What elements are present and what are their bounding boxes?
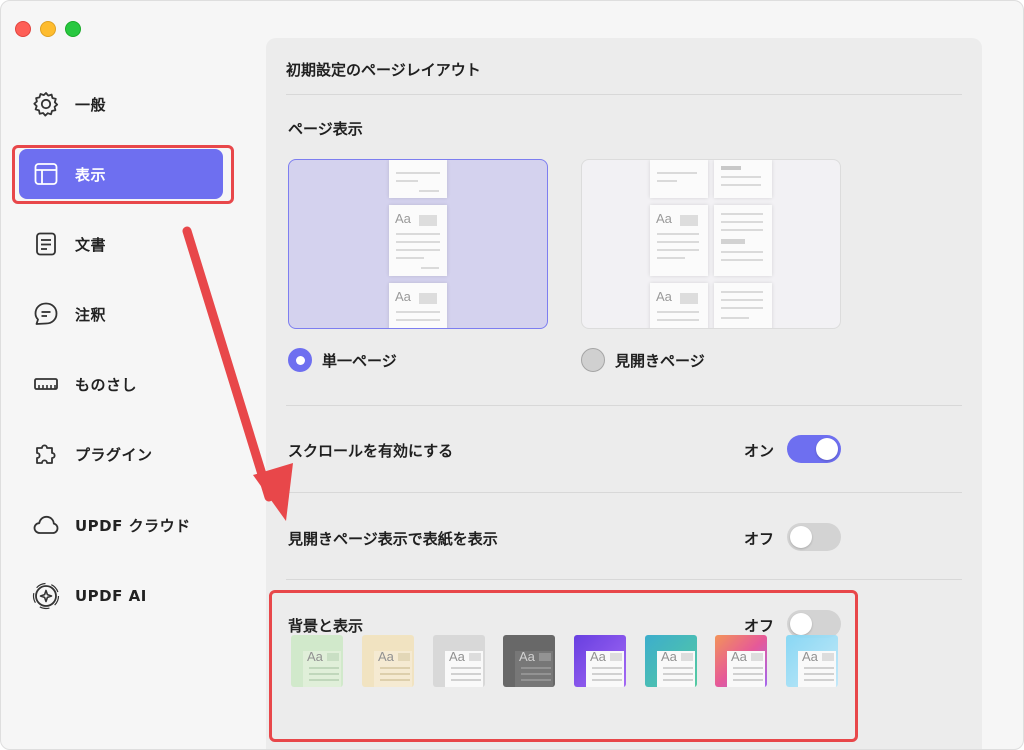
two-page-radio[interactable] — [581, 348, 605, 372]
sidebar-item-plugins[interactable]: プラグイン — [19, 429, 223, 479]
sidebar-item-label: UPDF クラウド — [75, 516, 191, 535]
sidebar-item-label: ものさし — [75, 375, 138, 394]
divider — [286, 94, 962, 95]
page-thumbnail — [714, 205, 772, 276]
divider — [286, 492, 962, 493]
single-page-radio-row[interactable]: 単一ページ — [288, 348, 397, 372]
sidebar-item-label: 文書 — [75, 235, 107, 254]
background-section-highlight-box — [269, 590, 858, 742]
sidebar-item-label: 注釈 — [75, 305, 107, 324]
gear-icon — [31, 89, 61, 119]
sidebar-item-label: 一般 — [75, 95, 107, 114]
enable-scroll-label: スクロールを有効にする — [288, 442, 454, 460]
page-display-label: ページ表示 — [288, 120, 363, 138]
sidebar-item-document[interactable]: 文書 — [19, 219, 223, 269]
ruler-icon — [31, 369, 61, 399]
sidebar-item-general[interactable]: 一般 — [19, 79, 223, 129]
page-thumbnail — [714, 160, 772, 198]
settings-window: 一般 表示 文書 注釈 ものさし プラグイン UPDF クラウド UPDF AI… — [0, 0, 1024, 750]
divider — [286, 405, 962, 406]
window-controls — [15, 21, 81, 37]
ai-icon — [31, 581, 61, 611]
minimize-window-button[interactable] — [40, 21, 56, 37]
show-cover-label: 見開きページ表示で表紙を表示 — [288, 530, 498, 548]
enable-scroll-toggle[interactable] — [787, 435, 841, 463]
close-window-button[interactable] — [15, 21, 31, 37]
page-thumbnail — [714, 283, 772, 328]
sidebar-item-cloud[interactable]: UPDF クラウド — [19, 500, 223, 550]
page-thumbnail: Aa — [389, 283, 447, 328]
single-page-label: 単一ページ — [322, 351, 397, 370]
page-thumbnail — [389, 160, 447, 198]
page-title: 初期設定のページレイアウト — [286, 61, 481, 79]
show-cover-toggle[interactable] — [787, 523, 841, 551]
sidebar-item-label: プラグイン — [75, 445, 153, 464]
single-page-layout-option[interactable]: Aa Aa — [288, 159, 548, 329]
sidebar-item-ai[interactable]: UPDF AI — [19, 571, 223, 621]
sidebar-item-label: UPDF AI — [75, 587, 147, 605]
zoom-window-button[interactable] — [65, 21, 81, 37]
comment-icon — [31, 299, 61, 329]
divider — [286, 579, 962, 580]
show-cover-status: オフ — [744, 530, 775, 548]
page-thumbnail: Aa — [389, 205, 447, 276]
page-thumbnail — [650, 160, 708, 198]
two-page-layout-option[interactable]: Aa Aa — [581, 159, 841, 329]
two-page-radio-row[interactable]: 見開きページ — [581, 348, 705, 372]
document-icon — [31, 229, 61, 259]
single-page-radio[interactable] — [288, 348, 312, 372]
sidebar-item-annotation[interactable]: 注釈 — [19, 289, 223, 339]
sidebar-highlight-box — [12, 145, 234, 204]
puzzle-icon — [31, 439, 61, 469]
cloud-icon — [31, 510, 61, 540]
page-thumbnail: Aa — [650, 205, 708, 276]
sidebar-item-ruler[interactable]: ものさし — [19, 359, 223, 409]
enable-scroll-status: オン — [744, 442, 775, 460]
page-thumbnail: Aa — [650, 283, 708, 328]
two-page-label: 見開きページ — [615, 351, 705, 370]
